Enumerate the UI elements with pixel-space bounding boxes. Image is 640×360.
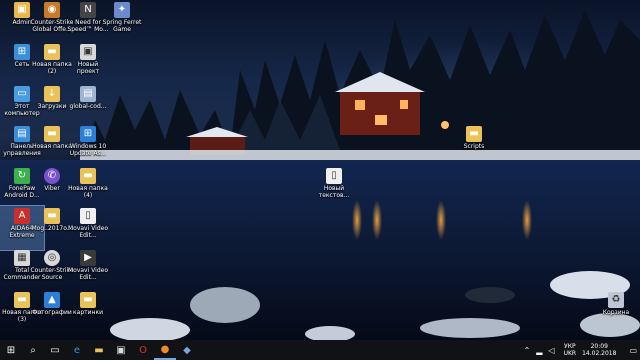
taskbar-app-store[interactable]: ▣ xyxy=(110,340,132,360)
desktop-icon-movavi[interactable]: ▶ Movavi Video Edit... xyxy=(66,248,110,292)
desktop-icon-global-cod[interactable]: ▤ global-cod... xyxy=(66,84,110,128)
desktop-icon-new-text-file[interactable]: ▯ Новый текстов... xyxy=(312,166,356,210)
user-folder-icon: ▣ xyxy=(14,2,30,18)
notifications-icon[interactable]: ▭ xyxy=(629,346,637,355)
app-icon: ◆ xyxy=(183,344,191,356)
recycle-bin-icon: ♻ xyxy=(608,292,624,308)
computer-icon: ▭ xyxy=(14,86,30,102)
file-icon: ▤ xyxy=(80,86,96,102)
downloads-folder-icon: ↓ xyxy=(44,86,60,102)
light-reflection xyxy=(436,200,446,240)
search-icon: ⌕ xyxy=(30,344,36,356)
store-icon: ▣ xyxy=(116,344,126,356)
network-icon: ⊞ xyxy=(14,44,30,60)
light-reflection xyxy=(372,200,382,240)
edge-icon: e xyxy=(73,344,81,356)
light-reflection xyxy=(522,200,532,240)
desktop-icon-movavi-doc[interactable]: ▯ Movavi Video Edit... xyxy=(66,206,110,250)
cs-source-icon: ◎ xyxy=(44,250,60,266)
fonepaw-icon: ↻ xyxy=(14,168,30,184)
folder-icon: ▬ xyxy=(80,292,96,308)
photos-icon: ▲ xyxy=(44,292,60,308)
folder-icon: ▬ xyxy=(44,208,60,224)
viber-icon: ✆ xyxy=(44,168,60,184)
folder-icon: ▬ xyxy=(80,168,96,184)
windows-logo-icon: ⊞ xyxy=(6,344,16,356)
taskbar-app-opera[interactable]: O xyxy=(132,340,154,360)
folder-icon: ▬ xyxy=(14,292,30,308)
taskbar-app-edge[interactable]: e xyxy=(66,340,88,360)
game-icon: ✦ xyxy=(114,2,130,18)
taskbar-app-firefox[interactable]: ● xyxy=(154,340,176,360)
movavi-icon: ▶ xyxy=(80,250,96,266)
taskbar-app-other[interactable]: ◆ xyxy=(176,340,198,360)
desktop-icon-spring-ferret[interactable]: ✦ Spring Ferret Game xyxy=(100,0,144,44)
desktop-icon-pictures[interactable]: ▬ картинки xyxy=(66,290,110,334)
task-view-button[interactable]: ▭ xyxy=(44,340,66,360)
desktop-icon-folder-4[interactable]: ▬ Новая папка (4) xyxy=(66,166,110,210)
system-tray: ⌃ ▂ ◁ УКР UKR 20:09 14.02.2018 ▭ xyxy=(521,340,640,360)
control-panel-icon: ▤ xyxy=(14,126,30,142)
start-button[interactable]: ⊞ xyxy=(0,340,22,360)
project-icon: ▣ xyxy=(80,44,96,60)
firefox-icon: ● xyxy=(160,343,170,355)
desktop-icon-recycle-bin[interactable]: ♻ Корзина xyxy=(594,290,638,334)
windows-update-icon: ⊞ xyxy=(80,126,96,142)
file-explorer-icon: ▬ xyxy=(94,344,104,356)
document-icon: ▯ xyxy=(80,208,96,224)
language-indicator[interactable]: УКР UKR xyxy=(564,343,577,357)
aida64-icon: A xyxy=(14,208,30,224)
task-view-icon: ▭ xyxy=(50,344,60,356)
total-commander-icon: ▦ xyxy=(14,250,30,266)
text-file-icon: ▯ xyxy=(326,168,342,184)
scripts-folder-icon: ▬ xyxy=(466,126,482,142)
chevron-up-icon[interactable]: ⌃ xyxy=(524,346,531,355)
network-tray-icon[interactable]: ▂ xyxy=(536,346,542,355)
folder-icon: ▬ xyxy=(44,44,60,60)
desktop-icon-new-project[interactable]: ▣ Новый проект xyxy=(66,42,110,86)
cs-go-icon: ◉ xyxy=(44,2,60,18)
desktop-icon-windows-update[interactable]: ⊞ Windows 10 Update As... xyxy=(66,124,110,168)
desktop[interactable]: ▣ Admin ⊞ Сеть ▭ Этот компьютер ▤ Панель… xyxy=(0,0,640,340)
opera-icon: O xyxy=(139,344,147,356)
search-button[interactable]: ⌕ xyxy=(22,340,44,360)
clock[interactable]: 20:09 14.02.2018 xyxy=(582,343,616,357)
desktop-icon-scripts[interactable]: ▬ Scripts xyxy=(452,124,496,168)
nfs-icon: N xyxy=(80,2,96,18)
taskbar: ⊞ ⌕ ▭ e ▬ ▣ O ● ◆ ⌃ ▂ ◁ УКР UKR 20:09 14… xyxy=(0,340,640,360)
volume-icon[interactable]: ◁ xyxy=(548,346,554,355)
taskbar-app-explorer[interactable]: ▬ xyxy=(88,340,110,360)
folder-icon: ▬ xyxy=(44,126,60,142)
